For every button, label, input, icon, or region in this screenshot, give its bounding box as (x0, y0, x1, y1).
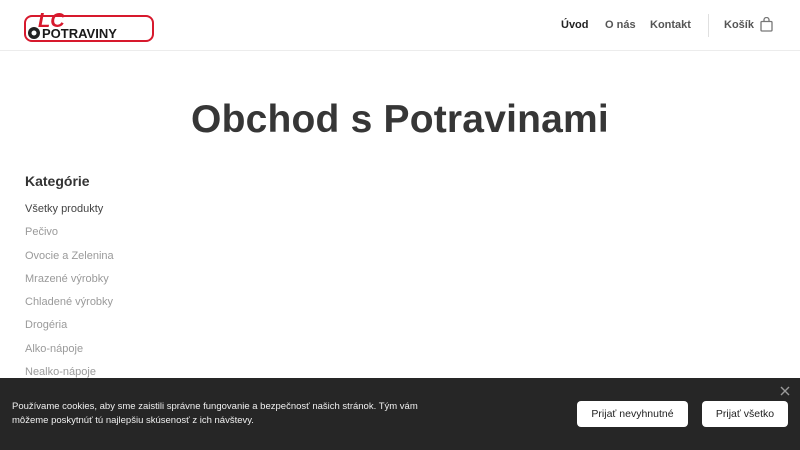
svg-text:POTRAVINY: POTRAVINY (42, 26, 117, 41)
cart-label: Košík (724, 18, 754, 31)
page-title: Obchod s Potravinami (191, 98, 609, 141)
category-list: Všetky produkty Pečivo Ovocie a Zelenina… (25, 203, 114, 389)
nav-divider (708, 14, 709, 37)
site-header: LC POTRAVINY Úvod O nás Kontakt Košík (0, 0, 800, 51)
category-all-products[interactable]: Všetky produkty (25, 203, 114, 226)
category-pecivo[interactable]: Pečivo (25, 226, 114, 249)
nav-o-nas[interactable]: O nás (605, 19, 636, 31)
category-alko-napoje[interactable]: Alko-nápoje (25, 343, 114, 366)
close-icon[interactable] (780, 386, 790, 396)
nav-kontakt[interactable]: Kontakt (650, 19, 691, 31)
accept-necessary-button[interactable]: Prijať nevyhnutné (577, 401, 688, 427)
category-drogeria[interactable]: Drogéria (25, 319, 114, 342)
cart-icon (760, 17, 773, 32)
category-chladene[interactable]: Chladené výrobky (25, 296, 114, 319)
logo-icon[interactable]: LC POTRAVINY (24, 9, 154, 43)
categories-heading: Kategórie (25, 173, 90, 189)
cart-link[interactable]: Košík (724, 17, 773, 32)
nav-uvod[interactable]: Úvod (561, 19, 589, 31)
cookie-text: Používame cookies, aby sme zaistili sprá… (12, 401, 418, 426)
category-mrazene[interactable]: Mrazené výrobky (25, 273, 114, 296)
cookie-banner: Používame cookies, aby sme zaistili sprá… (0, 378, 800, 450)
accept-all-button[interactable]: Prijať všetko (702, 401, 788, 427)
category-ovocie-zelenina[interactable]: Ovocie a Zelenina (25, 250, 114, 273)
